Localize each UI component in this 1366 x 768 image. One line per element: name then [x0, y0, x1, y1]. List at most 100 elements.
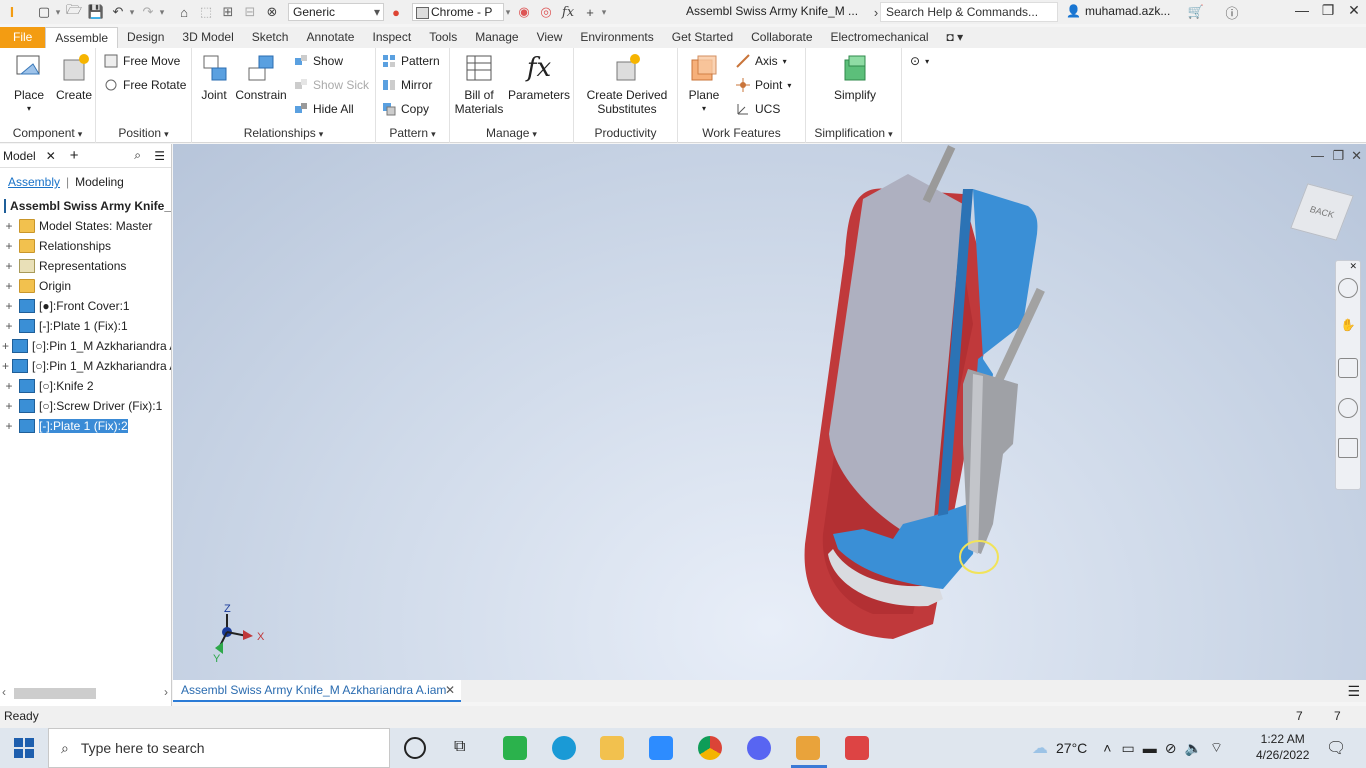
scroll-right-icon[interactable]: ›: [164, 685, 168, 699]
browser-tab-model[interactable]: Model: [3, 149, 36, 163]
bill-of-materials-button[interactable]: Bill of Materials: [454, 52, 504, 116]
tab-tools[interactable]: Tools: [420, 27, 466, 48]
tree-root[interactable]: Assembl Swiss Army Knife_: [0, 196, 171, 216]
tree-expand-icon[interactable]: +: [2, 419, 16, 433]
tree-expand-icon[interactable]: +: [2, 239, 16, 253]
clock[interactable]: 1:22 AM 4/26/2022: [1256, 731, 1309, 763]
fx-icon[interactable]: fx: [558, 2, 578, 22]
plane-button[interactable]: Plane ▾: [684, 52, 724, 116]
tree-expand-icon[interactable]: +: [2, 259, 16, 273]
ribbon-options-icon[interactable]: ◘ ▾: [938, 27, 973, 48]
network-icon[interactable]: ⊘: [1165, 740, 1177, 757]
undo-icon[interactable]: ↶: [108, 2, 128, 22]
axis-button[interactable]: Axis ▾: [736, 54, 787, 68]
home-icon[interactable]: ⌂: [174, 2, 194, 22]
color-wheel-icon[interactable]: ●: [386, 2, 406, 22]
close-button[interactable]: ✕: [1344, 2, 1364, 22]
redo-icon[interactable]: ↷: [138, 2, 158, 22]
pattern-button[interactable]: Pattern: [382, 54, 440, 68]
create-derived-substitutes-button[interactable]: Create Derived Substitutes: [578, 52, 676, 116]
taskbar-search-input[interactable]: ⌕ Type here to search: [48, 728, 390, 768]
chrome-app-icon[interactable]: [698, 736, 722, 760]
tab-environments[interactable]: Environments: [571, 27, 662, 48]
tree-item[interactable]: + Relationships: [0, 236, 171, 256]
panel-title-manage[interactable]: Manage ▾: [450, 126, 573, 140]
simplify-button[interactable]: Simplify: [830, 52, 880, 102]
browser-horizontal-scrollbar[interactable]: ‹ ›: [0, 685, 172, 700]
customize-dropdown-icon[interactable]: ▾: [600, 7, 608, 18]
new-file-icon[interactable]: ▢: [34, 2, 54, 22]
tab-file[interactable]: File: [0, 27, 46, 48]
tree-item[interactable]: + Representations: [0, 256, 171, 276]
tab-get-started[interactable]: Get Started: [663, 27, 742, 48]
panel-title-pattern[interactable]: Pattern ▾: [376, 126, 449, 140]
plus-icon[interactable]: +: [580, 2, 600, 22]
help-icon[interactable]: ⓘ: [1222, 2, 1242, 22]
cart-icon[interactable]: 🛒: [1186, 2, 1206, 22]
scroll-thumb[interactable]: [14, 688, 96, 699]
tab-inspect[interactable]: Inspect: [363, 27, 420, 48]
tree-expand-icon[interactable]: +: [2, 299, 16, 313]
wifi-icon[interactable]: ⌔: [1210, 739, 1223, 757]
orbit-icon[interactable]: [1338, 398, 1358, 418]
panel-title-component[interactable]: Component ▾: [0, 126, 95, 140]
zoom-icon[interactable]: [1338, 358, 1358, 378]
tab-design[interactable]: Design: [118, 27, 173, 48]
minimize-button[interactable]: —: [1292, 2, 1312, 22]
tree-expand-icon[interactable]: +: [2, 279, 16, 293]
tree-expand-icon[interactable]: +: [2, 319, 16, 333]
inventor-logo-icon[interactable]: I: [2, 2, 22, 22]
browser-add-icon[interactable]: +: [70, 147, 79, 164]
tab-manage[interactable]: Manage: [466, 27, 527, 48]
select-filter-icon[interactable]: ⬚: [196, 2, 216, 22]
ribbon-extra-dropdown-icon[interactable]: ⊙ ▾: [910, 54, 929, 68]
notification-icon[interactable]: 🗨: [1326, 738, 1346, 758]
point-button[interactable]: Point ▾: [736, 78, 791, 92]
copy-button[interactable]: Copy: [382, 102, 429, 116]
discord-app-icon[interactable]: [747, 736, 771, 760]
tree-expand-icon[interactable]: +: [2, 359, 9, 373]
inventor-app-icon[interactable]: [796, 736, 820, 760]
create-button[interactable]: Create: [52, 52, 96, 102]
show-sick-button[interactable]: Show Sick: [294, 78, 369, 92]
clear-appearance-icon[interactable]: ◎: [536, 2, 556, 22]
free-move-button[interactable]: Free Move: [104, 54, 180, 68]
hide-all-button[interactable]: Hide All: [294, 102, 354, 116]
line-app-icon[interactable]: [503, 736, 527, 760]
adjust-appearance-icon[interactable]: ◉: [514, 2, 534, 22]
tab-sketch[interactable]: Sketch: [243, 27, 298, 48]
free-rotate-button[interactable]: Free Rotate: [104, 78, 186, 92]
tab-view[interactable]: View: [528, 27, 572, 48]
mode-assembly[interactable]: Assembly: [8, 175, 60, 189]
parameters-button[interactable]: fx Parameters: [508, 52, 570, 102]
cortana-icon[interactable]: [404, 737, 426, 759]
joint-button[interactable]: Joint: [196, 52, 232, 102]
steering-wheel-icon[interactable]: [1338, 278, 1358, 298]
tree-item[interactable]: + Model States: Master: [0, 216, 171, 236]
graphics-viewport[interactable]: — ❐ ✕ BACK ✕ ✋ Z X Y: [173, 144, 1366, 680]
navbar-close-icon[interactable]: ✕: [1336, 261, 1360, 272]
constrain-button[interactable]: Constrain: [234, 52, 288, 102]
document-tabs-menu-icon[interactable]: ☰: [1347, 683, 1360, 700]
show-button[interactable]: Show: [294, 54, 343, 68]
tree-item[interactable]: + [○]:Pin 1_M Azkhariandra Ar: [0, 336, 171, 356]
tab-electromechanical[interactable]: Electromechanical: [822, 27, 938, 48]
zoom-app-icon[interactable]: [649, 736, 673, 760]
tree-expand-icon[interactable]: +: [2, 399, 16, 413]
place-button[interactable]: Place ▾: [8, 52, 50, 116]
ucs-button[interactable]: UCS: [736, 102, 780, 116]
windows-start-icon[interactable]: [14, 738, 34, 758]
pan-hand-icon[interactable]: ✋: [1338, 318, 1358, 338]
browser-menu-icon[interactable]: ☰: [154, 149, 165, 163]
tab-collaborate[interactable]: Collaborate: [742, 27, 821, 48]
weather-icon[interactable]: ☁: [1032, 738, 1048, 758]
browser-search-icon[interactable]: ⌕: [134, 148, 141, 163]
undo-dropdown-icon[interactable]: ▾: [128, 7, 136, 18]
maximize-button[interactable]: ❐: [1318, 2, 1338, 22]
tab-annotate[interactable]: Annotate: [297, 27, 363, 48]
material-dropdown-arrow-icon[interactable]: ▾: [504, 7, 512, 18]
tree-item[interactable]: + [-]:Plate 1 (Fix):1: [0, 316, 171, 336]
help-search-input[interactable]: Search Help & Commands...: [880, 2, 1058, 22]
user-account[interactable]: 👤 muhamad.azk...: [1066, 4, 1170, 18]
measure-icon[interactable]: ⊞: [218, 2, 238, 22]
